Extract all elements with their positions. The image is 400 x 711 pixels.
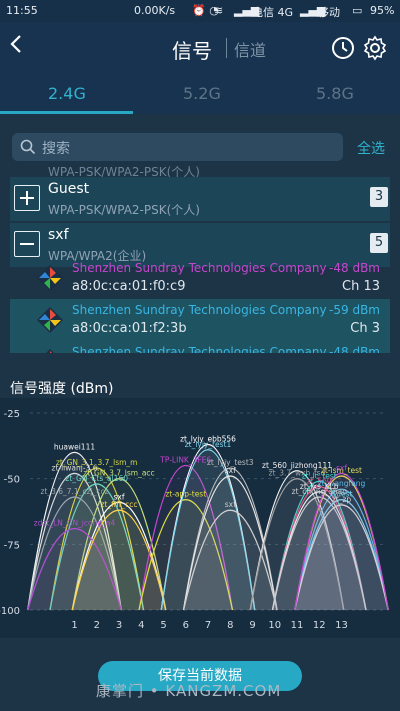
signal-chart: -25-50-75-10012345678910111213huawei111z… bbox=[0, 398, 400, 638]
tab-indicator bbox=[0, 111, 133, 114]
curve-label: TP-LINK_3FE6 bbox=[159, 456, 211, 465]
y-tick-label: -25 bbox=[4, 409, 20, 420]
tab-2-4g[interactable]: 2.4G bbox=[48, 84, 86, 103]
vendor-logo-icon bbox=[37, 307, 63, 333]
collapse-icon[interactable] bbox=[14, 231, 40, 257]
curve-label: zt_zp bbox=[332, 495, 352, 504]
x-tick-label: 6 bbox=[183, 620, 189, 631]
title-divider bbox=[226, 38, 227, 58]
curve-label: zt_GN_Cts_al160 bbox=[65, 474, 128, 483]
tab-5-2g[interactable]: 5.2G bbox=[183, 84, 221, 103]
back-icon[interactable] bbox=[10, 34, 22, 60]
group-row-guest[interactable]: Guest WPA-PSK/WPA2-PSK(个人) 3 bbox=[10, 177, 390, 221]
status-carrier1: 电信 4G bbox=[252, 6, 294, 19]
chart-title: 信号强度 (dBm) bbox=[10, 381, 114, 397]
x-tick-label: 2 bbox=[94, 620, 100, 631]
ap-row[interactable]: Shenzhen Sundray Technologies Company -4… bbox=[10, 341, 390, 353]
search-placeholder: 搜索 bbox=[42, 141, 70, 157]
x-tick-label: 12 bbox=[313, 620, 326, 631]
curve-label: zt_3.6_7.1_czj_ccz bbox=[40, 487, 108, 496]
vendor-logo-icon bbox=[46, 349, 54, 353]
y-tick-label: -50 bbox=[4, 475, 20, 486]
x-tick-label: 3 bbox=[116, 620, 122, 631]
curve-label: zt_lyjy_test1 bbox=[185, 440, 232, 449]
search-icon bbox=[20, 139, 36, 155]
watermark-text: 康掌门 • KANGZM.COM bbox=[96, 682, 282, 700]
y-tick-label: -75 bbox=[4, 540, 20, 551]
history-clock-icon[interactable] bbox=[330, 35, 356, 61]
ap-channel: Ch 13 bbox=[342, 279, 380, 294]
status-carrier2: 移动 bbox=[318, 6, 340, 19]
ap-signal: -59 dBm bbox=[329, 303, 380, 317]
curve-label: zt_GN_3.1_3.7_lsm_m bbox=[56, 458, 138, 467]
curve-label: sxf bbox=[336, 463, 347, 472]
ap-mac: a8:0c:ca:01:f0:c9 bbox=[72, 279, 186, 294]
x-tick-label: 4 bbox=[138, 620, 144, 631]
title-bar: 信号 信道 bbox=[0, 22, 400, 74]
ap-vendor: Shenzhen Sundray Technologies Company bbox=[72, 261, 327, 275]
curve-label: huawei111 bbox=[54, 442, 95, 451]
expand-icon[interactable] bbox=[14, 185, 40, 211]
wifi-status-icon: ≋ bbox=[214, 4, 224, 17]
curve-label: zt-app-test bbox=[165, 490, 206, 499]
vendor-logo-icon bbox=[37, 265, 63, 291]
group-name: Guest bbox=[48, 181, 90, 197]
settings-gear-icon[interactable] bbox=[362, 35, 388, 61]
group-count-badge: 5 bbox=[370, 233, 388, 253]
x-tick-label: 13 bbox=[335, 620, 348, 631]
x-tick-label: 5 bbox=[160, 620, 166, 631]
curve-label: sxf bbox=[225, 500, 236, 509]
x-tick-label: 10 bbox=[268, 620, 281, 631]
group-count-badge: 3 bbox=[370, 187, 388, 207]
x-tick-label: 7 bbox=[205, 620, 211, 631]
x-tick-label: 11 bbox=[291, 620, 304, 631]
status-speed: 0.00K/s bbox=[134, 4, 176, 17]
x-tick-label: 8 bbox=[227, 620, 233, 631]
group-name: sxf bbox=[48, 227, 69, 243]
battery-icon: ▭ bbox=[352, 4, 363, 17]
curve-label: sxf bbox=[225, 466, 236, 475]
tab-channel[interactable]: 信道 bbox=[234, 37, 266, 61]
y-tick-label: -100 bbox=[0, 606, 20, 617]
x-tick-label: 1 bbox=[71, 620, 77, 631]
ap-vendor: Shenzhen Sundray Technologies Company bbox=[72, 303, 327, 317]
group-security: WPA-PSK/WPA2-PSK(个人) bbox=[48, 203, 200, 217]
curve-label: zdzt_LN_GN_jcong_a4 bbox=[34, 519, 116, 528]
status-battery: 95% bbox=[370, 4, 395, 17]
ap-signal: -48 dBm bbox=[329, 261, 380, 275]
status-time: 11:55 bbox=[6, 4, 38, 17]
ap-row[interactable]: Shenzhen Sundray Technologies Company a8… bbox=[10, 299, 390, 343]
ap-channel: Ch 3 bbox=[350, 321, 380, 336]
network-list[interactable]: WPA-PSK/WPA2-PSK(个人) Guest WPA-PSK/WPA2-… bbox=[10, 165, 390, 353]
ap-signal: -48 dBm bbox=[329, 345, 380, 353]
ap-vendor: Shenzhen Sundray Technologies Company bbox=[72, 345, 327, 353]
ap-mac: a8:0c:ca:01:f2:3b bbox=[72, 321, 187, 336]
tab-5-8g[interactable]: 5.8G bbox=[316, 84, 354, 103]
x-tick-label: 9 bbox=[249, 620, 255, 631]
select-all-button[interactable]: 全选 bbox=[357, 138, 385, 158]
status-bar: 11:55 0.00K/s ⏰ ◔ ≋ ▂▄▆ 电信 4G ▂▄▆ 移动 ▭ 9… bbox=[0, 0, 400, 22]
page-title: 信号 bbox=[172, 39, 212, 63]
search-input[interactable]: 搜索 bbox=[12, 133, 343, 161]
ap-row[interactable]: Shenzhen Sundray Technologies Company a8… bbox=[10, 257, 390, 301]
band-tabs: 2.4G 5.2G 5.8G bbox=[0, 74, 400, 114]
curve-label: zt_ffff_ccc bbox=[100, 500, 137, 509]
